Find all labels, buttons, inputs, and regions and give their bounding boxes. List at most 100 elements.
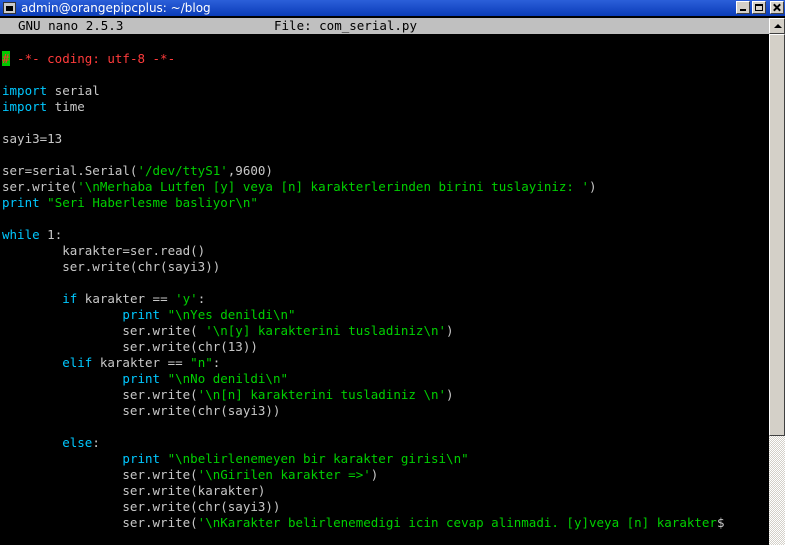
code-line: ser.write(chr(sayi3)) [2,259,769,275]
code-token: ) [589,179,597,194]
code-token: ser=serial.Serial( [2,163,138,178]
code-token: '\nMerhaba Lutfen [y] veya [n] karakterl… [77,179,590,194]
code-token: ser.write(chr(13)) [2,339,258,354]
code-token: elif [62,355,93,370]
code-token: ser.write(karakter) [2,483,266,498]
code-token: print [122,307,161,322]
code-line: ser.write( '\n[y] karakterini tusladiniz… [2,323,769,339]
code-token: else [62,435,93,450]
code-line: ser.write(chr(sayi3)) [2,403,769,419]
code-token: import [2,99,48,114]
code-token: : [92,435,100,450]
code-token: ) [446,323,454,338]
code-line: if karakter == 'y': [2,291,769,307]
code-token: '\n[n] karakterini tusladiniz \n' [197,387,447,402]
code-token: ser.write(chr(sayi3)) [2,259,221,274]
code-line: ser.write('\nGirilen karakter =>') [2,467,769,483]
nano-file-label: File: com_serial.py [274,18,417,33]
editor-text-area[interactable]: # -*- coding: utf-8 -*- import serial impo… [2,51,769,545]
code-line: else: [2,435,769,451]
minimize-button[interactable] [736,1,750,14]
code-token: "\nbelirlenemeyen bir karakter girisi\n" [167,451,469,466]
code-line: sayi3=13 [2,131,769,147]
code-token: 'y' [175,291,198,306]
code-token: ) [446,387,454,402]
nano-header-bar: GNU nano 2.5.3 File: com_serial.py [0,18,769,34]
code-line: ser=serial.Serial('/dev/ttyS1',9600) [2,163,769,179]
window-title: admin@orangepipcplus: ~/blog [21,1,211,15]
maximize-button[interactable] [752,1,766,14]
code-token: $ [716,515,725,530]
code-token: "n" [190,355,213,370]
code-token: '\nGirilen karakter =>' [197,467,371,482]
code-line: print "Seri Haberlesme basliyor\n" [2,195,769,211]
code-line: ser.write(chr(13)) [2,339,769,355]
code-line: ser.write('\n[n] karakterini tusladiniz … [2,387,769,403]
code-token: karakter == [92,355,191,370]
code-token: karakter == [77,291,176,306]
code-token: '\n[y] karakterini tusladiniz\n' [205,323,447,338]
code-token: ser.write(chr(sayi3)) [2,499,281,514]
code-token: ser.write( [2,467,198,482]
code-line: import serial [2,83,769,99]
code-token: 1: [39,227,63,242]
code-token: print [122,451,161,466]
vertical-scrollbar[interactable] [769,18,785,545]
scrollbar-track[interactable] [769,436,785,545]
code-token: ) [370,467,379,482]
code-token: : [212,355,221,370]
code-token: karakter=ser.read() [2,243,206,258]
code-token: if [62,291,78,306]
text-cursor: # [2,51,10,66]
window-titlebar[interactable]: admin@orangepipcplus: ~/blog [0,0,785,16]
code-token: ,9600) [227,163,273,178]
code-token: while [2,227,40,242]
code-token: ser.write( [2,515,198,530]
code-line: ser.write(karakter) [2,483,769,499]
code-token: "\nNo denildi\n" [167,371,289,386]
terminal-icon[interactable] [3,2,16,14]
code-token: '/dev/ttyS1' [137,163,228,178]
nano-version: GNU nano 2.5.3 [18,18,124,33]
code-token: ser.write( [2,179,78,194]
code-line: while 1: [2,227,769,243]
code-line: print "\nbelirlenemeyen bir karakter gir… [2,451,769,467]
code-token: sayi3=13 [2,131,63,146]
code-line: karakter=ser.read() [2,243,769,259]
code-line: ser.write('\nKarakter belirlenemedigi ic… [2,515,769,531]
code-line: ser.write(chr(sayi3)) [2,499,769,515]
code-token: "Seri Haberlesme basliyor\n" [47,195,258,210]
code-token: "\nYes denildi\n" [167,307,296,322]
code-line: elif karakter == "n": [2,355,769,371]
scroll-up-arrow-icon[interactable] [769,18,785,34]
code-token: print [122,371,161,386]
code-line: print "\nYes denildi\n" [2,307,769,323]
code-line: # -*- coding: utf-8 -*- [2,51,769,67]
code-line: import time [2,99,769,115]
code-token: ser.write( [2,387,198,402]
code-token: '\nKarakter belirlenemedigi icin cevap a… [197,515,717,530]
code-token: -*- coding: utf-8 -*- [9,51,176,66]
code-line: print "\nNo denildi\n" [2,371,769,387]
code-token: import [2,83,48,98]
code-token: time [47,99,85,114]
code-token: ser.write(chr(sayi3)) [2,403,281,418]
scrollbar-thumb[interactable] [769,34,785,436]
close-button[interactable] [770,1,784,14]
code-token: ser.write( [2,323,206,338]
code-token: print [2,195,40,210]
code-token: : [197,291,206,306]
